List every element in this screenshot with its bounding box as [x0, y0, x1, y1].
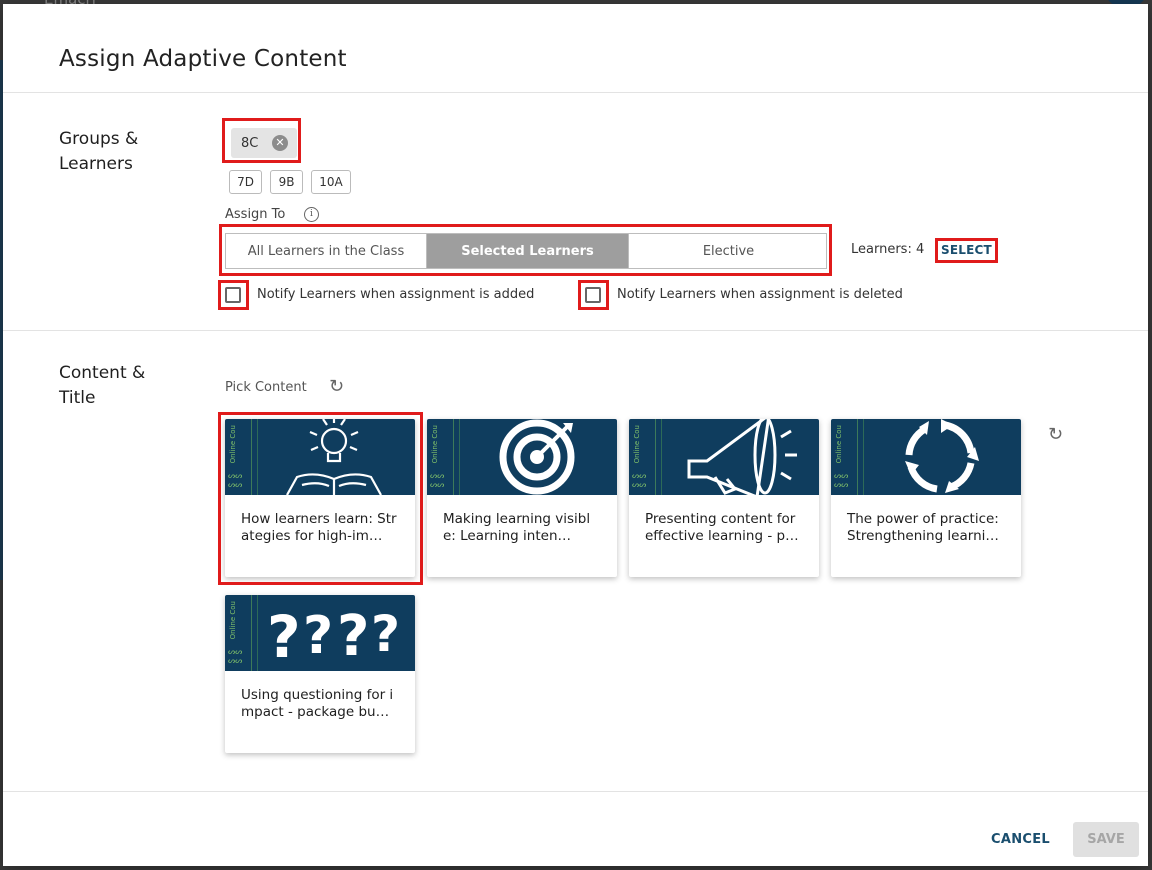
save-button[interactable]: SAVE — [1073, 822, 1139, 857]
section-divider — [3, 330, 1148, 331]
group-chip[interactable]: 10A — [311, 170, 351, 194]
content-card[interactable]: Online Cou ᔕᔕ ᔕᔕ ? ? ? ? Using questioning… — [225, 595, 415, 753]
megaphone-icon: Online Cou ᔕᔕ ᔕᔕ — [629, 419, 819, 495]
assign-content-dialog: Assign Adaptive Content Groups & Learner… — [3, 4, 1148, 866]
content-card[interactable]: Online Cou ᔕᔕ ᔕᔕ The power of practice: St… — [831, 419, 1021, 577]
highlight-first-card — [218, 412, 423, 585]
reload-icon[interactable]: ↻ — [1048, 426, 1063, 444]
question-marks-icon: Online Cou ᔕᔕ ᔕᔕ ? ? ? ? — [225, 595, 415, 671]
group-chip[interactable]: 7D — [229, 170, 262, 194]
card-title: Using questioning for impact - package b… — [241, 687, 394, 720]
assign-to-label: Assign To — [225, 207, 286, 222]
refresh-icon[interactable]: ↻ — [329, 378, 344, 396]
highlight-notify-deleted — [578, 280, 609, 310]
content-card[interactable]: Online Cou ᔕᔕ ᔕᔕ Making learning visible: … — [427, 419, 617, 577]
svg-text:?: ? — [303, 606, 333, 666]
info-icon[interactable]: i — [304, 207, 319, 222]
content-title-label: Content & Title — [59, 363, 146, 408]
header-divider — [3, 92, 1148, 93]
groups-learners-label: Groups & Learners — [59, 129, 139, 174]
svg-text:?: ? — [267, 603, 301, 671]
card-title: Making learning visible: Learning inten… — [443, 511, 591, 544]
cancel-button[interactable]: CANCEL — [991, 832, 1050, 847]
card-title: The power of practice: Strengthening lea… — [847, 511, 999, 544]
target-icon: Online Cou ᔕᔕ ᔕᔕ — [427, 419, 617, 495]
group-chip[interactable]: 9B — [270, 170, 303, 194]
dialog-title: Assign Adaptive Content — [59, 46, 347, 72]
cycle-arrows-icon: Online Cou ᔕᔕ ᔕᔕ — [831, 419, 1021, 495]
svg-text:?: ? — [371, 605, 400, 663]
content-card[interactable]: Online Cou ᔕᔕ ᔕᔕ Presenting content for ef… — [629, 419, 819, 577]
card-title: Presenting content for effective learnin… — [645, 511, 799, 544]
notify-added-label: Notify Learners when assignment is added — [257, 287, 535, 302]
learners-count: Learners: 4 — [851, 242, 925, 257]
notify-deleted-label: Notify Learners when assignment is delet… — [617, 287, 903, 302]
highlight-assign-options — [219, 224, 832, 276]
highlight-selected-chip — [222, 118, 301, 163]
svg-text:?: ? — [337, 604, 369, 669]
pick-content-label: Pick Content — [225, 380, 307, 395]
highlight-notify-added — [218, 280, 249, 310]
highlight-select-button — [935, 238, 998, 263]
footer-divider — [3, 791, 1148, 792]
